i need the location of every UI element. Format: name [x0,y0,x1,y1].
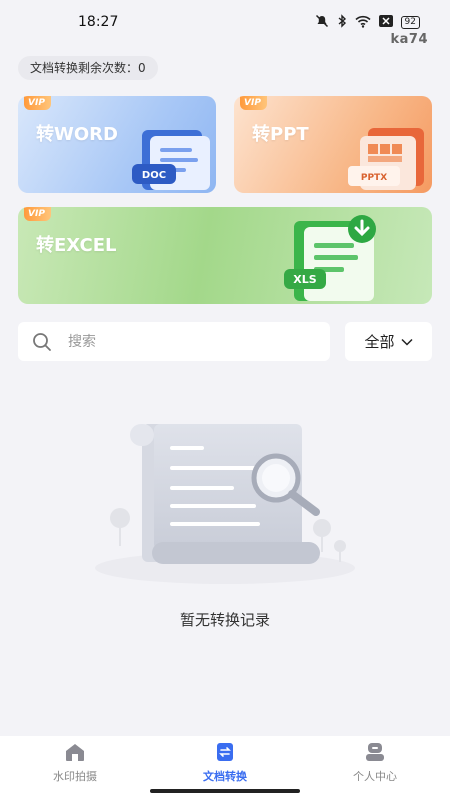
mute-icon [315,14,329,31]
battery-icon: 92 [400,16,420,29]
wifi-icon [354,15,371,31]
tab-watermark-camera[interactable]: 水印拍摄 [20,742,130,784]
empty-state-text: 暂无转换记录 [179,611,270,629]
filter-selected: 全部 [364,333,395,351]
profile-icon [366,743,384,761]
chevron-down-icon [400,338,413,346]
watermark: ka74 [390,32,428,47]
remaining-count-badge: 文档转换剩余次数：0 [18,56,158,80]
xls-file-icon: XLS [284,215,376,301]
card-title: 转WORD [36,124,118,145]
status-bar: 18:27 92 ka74 [0,0,450,47]
card-title: 转PPT [252,124,309,145]
filter-dropdown[interactable]: 全部 [345,322,432,361]
status-time: 18:27 [78,14,119,30]
vip-badge: VIP [24,207,51,221]
search-input[interactable] [68,322,318,361]
tab-document-convert[interactable]: 文档转换 [170,742,280,784]
convert-to-ppt-card[interactable]: VIP 转PPT PPTX [234,96,432,193]
doc-file-icon: DOC [132,130,210,190]
vip-badge: VIP [24,96,51,110]
tab-label: 个人中心 [353,770,397,783]
file-tag-pptx: PPTX [361,173,387,183]
home-indicator [150,789,300,793]
search-icon [33,333,51,351]
status-icons: 92 [315,14,420,31]
convert-doc-icon [217,743,233,761]
convert-to-word-card[interactable]: VIP 转WORD DOC [18,96,216,193]
card-title: 转EXCEL [36,235,117,256]
search-box[interactable] [18,322,330,361]
vip-badge: VIP [240,96,267,110]
convert-to-excel-card[interactable]: VIP 转EXCEL XLS [18,207,432,304]
tab-label: 文档转换 [203,770,247,783]
pptx-file-icon: PPTX [348,128,424,190]
tab-label: 水印拍摄 [53,770,97,783]
home-icon [66,744,84,761]
tab-profile[interactable]: 个人中心 [320,742,430,784]
file-tag-doc: DOC [142,170,166,181]
bluetooth-icon [337,14,347,31]
empty-records-illustration [95,424,355,584]
file-tag-xls: XLS [293,273,316,286]
sim-icon [378,15,393,30]
